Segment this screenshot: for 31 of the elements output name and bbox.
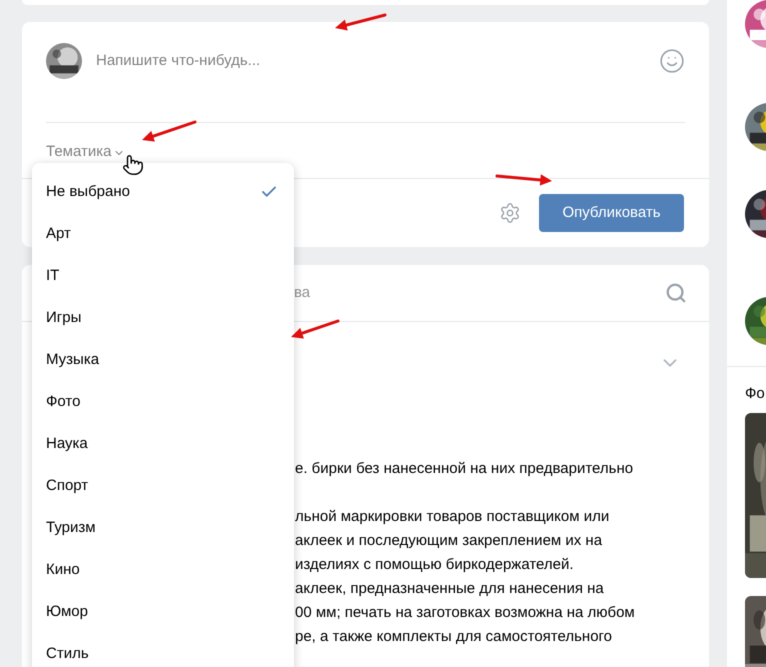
- annotation-arrow: [335, 14, 386, 31]
- post-text-line: льной маркировки товаров поставщиком или: [295, 507, 610, 527]
- post-text-line: изделиях с помощью биркодержателей.: [295, 555, 575, 575]
- menu-item[interactable]: Кино: [32, 549, 294, 591]
- post-input-field[interactable]: Напишите что-нибудь...: [96, 50, 659, 72]
- emoji-icon[interactable]: [659, 48, 685, 74]
- menu-item[interactable]: Музыка: [32, 339, 294, 381]
- post-text-line: 00 мм; печать на заготовках возможна на любом: [295, 603, 636, 623]
- topic-dropdown[interactable]: Тематика: [46, 141, 126, 164]
- search-icon[interactable]: [665, 282, 687, 304]
- post-text-line: е. бирки без нанесенной на них предварительно: [295, 459, 634, 479]
- menu-item[interactable]: Игры: [32, 297, 294, 339]
- annotation-arrow: [496, 174, 552, 186]
- section-heading: Фо: [745, 384, 766, 404]
- menu-item[interactable]: Стиль: [32, 633, 294, 667]
- menu-item[interactable]: Спорт: [32, 465, 294, 507]
- post-text-line: аклеек и последующим закреплением их на: [295, 531, 604, 551]
- annotation-arrow: [142, 120, 196, 142]
- search-field[interactable]: ва: [294, 282, 665, 304]
- menu-item[interactable]: IT: [32, 255, 294, 297]
- menu-item[interactable]: Юмор: [32, 591, 294, 633]
- menu-item[interactable]: Фото: [32, 381, 294, 423]
- post-text-line: ре, а также комплекты для самостоятельного: [295, 627, 614, 647]
- menu-item[interactable]: Туризм: [32, 507, 294, 549]
- publish-button[interactable]: Опубликовать: [539, 194, 684, 232]
- menu-item[interactable]: Арт: [32, 213, 294, 255]
- menu-item[interactable]: Не выбрано: [32, 171, 294, 213]
- annotation-arrow: [291, 320, 340, 339]
- settings-icon[interactable]: [499, 202, 521, 224]
- post-text-line: аклеек, предназначенные для нанесения на: [295, 579, 605, 599]
- menu-item[interactable]: Наука: [32, 423, 294, 465]
